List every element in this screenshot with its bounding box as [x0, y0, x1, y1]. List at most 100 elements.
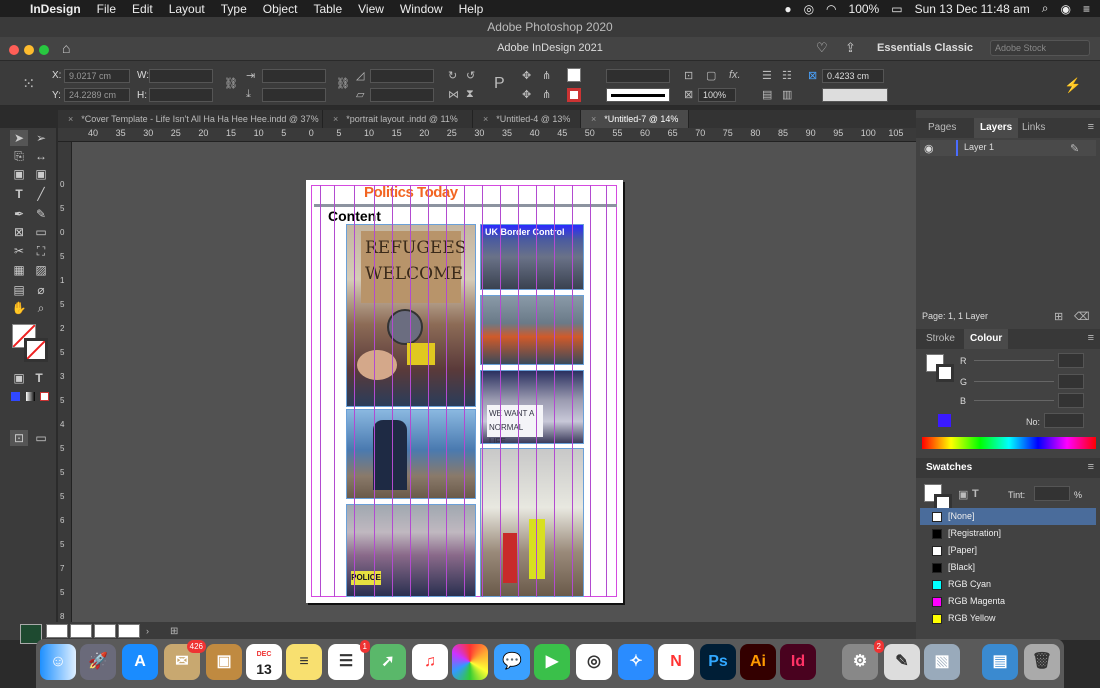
wrap-icon[interactable]: ▤ [762, 88, 772, 101]
recent-swatch-none[interactable] [118, 624, 140, 638]
visibility-eye-icon[interactable]: ◉ [924, 142, 934, 155]
corner-size-field[interactable]: 0.4233 cm [822, 69, 884, 83]
close-tab-icon[interactable]: × [68, 114, 73, 124]
swatches-text-icon[interactable]: T [972, 488, 979, 500]
stroke-type-dropdown[interactable] [606, 88, 670, 102]
opacity-field[interactable]: 100% [698, 88, 736, 102]
downloads-folder-icon[interactable]: ▤ [982, 644, 1018, 680]
lightbulb-icon[interactable]: ♡ [816, 40, 828, 56]
tab-pages[interactable]: Pages [928, 118, 956, 138]
no-field[interactable] [1044, 413, 1084, 428]
b-field[interactable] [1058, 393, 1084, 408]
note-tool-icon[interactable]: ▤ [10, 282, 28, 298]
select-content-icon[interactable]: ✥ [522, 88, 531, 101]
menu-type[interactable]: Type [221, 2, 247, 16]
swatch-row[interactable]: [Black] [920, 559, 1096, 576]
photos-icon[interactable] [452, 644, 488, 680]
photo-boat-crossing[interactable] [480, 295, 584, 365]
panel-menu-icon[interactable]: ≡ [1088, 121, 1094, 133]
photo-uk-border-control[interactable]: UK Border Control [480, 224, 584, 290]
stroke-swatch[interactable] [567, 88, 581, 102]
layer-row[interactable]: ◉ Layer 1 ✎ [920, 140, 1096, 156]
scissors-tool-icon[interactable]: ✂ [10, 243, 28, 259]
constrain-proportions-icon[interactable]: ⛓ [224, 77, 238, 90]
tab-stroke[interactable]: Stroke [926, 329, 955, 349]
select-next-icon[interactable]: ⋔ [542, 88, 551, 101]
close-tab-icon[interactable]: × [591, 114, 596, 124]
select-previous-icon[interactable]: ⋔ [542, 69, 551, 82]
page-tool-icon[interactable]: ⎘ [10, 148, 28, 164]
app-menu[interactable]: InDesign [30, 2, 81, 16]
swatch-row[interactable]: [None] [920, 508, 1096, 525]
battery-icon[interactable]: ▭ [891, 2, 902, 16]
chrome-icon[interactable]: ◎ [576, 644, 612, 680]
w-field[interactable] [149, 69, 213, 83]
menu-window[interactable]: Window [400, 2, 443, 16]
finder-icon[interactable]: ☺ [40, 644, 76, 680]
recent-swatch-none[interactable] [70, 624, 92, 638]
app-store-icon[interactable]: A [122, 644, 158, 680]
colour-spectrum[interactable] [922, 437, 1096, 449]
direct-selection-tool-icon[interactable]: ➢ [32, 130, 50, 146]
music-icon[interactable]: ♫ [412, 644, 448, 680]
horizontal-ruler[interactable]: 40 35 30 25 20 15 10 5 0 5 10 15 20 25 30 35 40 45 50 55 60 6… [58, 128, 916, 142]
news-icon[interactable]: N [658, 644, 694, 680]
align-left-icon[interactable]: ☰ [762, 69, 772, 82]
line-tool-icon[interactable]: ╱ [32, 186, 50, 202]
creative-cloud-icon[interactable]: ● [784, 2, 791, 16]
fitting-icon[interactable]: ⊡ [684, 69, 693, 82]
siri-icon[interactable]: ◉ [1061, 2, 1071, 16]
workspace-switcher[interactable]: Essentials Classic [877, 42, 973, 54]
swatches-container-icon[interactable]: ▣ [958, 488, 968, 501]
mail-icon[interactable]: ✉ 426 [164, 640, 206, 680]
recent-swatch-none[interactable] [46, 624, 68, 638]
x-field[interactable]: 9.0217 cm [64, 69, 130, 83]
rotate-cw-icon[interactable]: ↻ [448, 69, 457, 82]
trash-icon[interactable]: 🗑 [1024, 644, 1060, 680]
effects-icon[interactable]: fx. [729, 69, 741, 81]
b-slider[interactable] [974, 400, 1054, 401]
reminders-icon[interactable]: ☰ 1 [328, 640, 370, 680]
pencil-icon[interactable]: ✎ [1070, 142, 1079, 155]
zoom-tool-icon[interactable]: ⌕ [32, 300, 50, 316]
rotation-field[interactable] [370, 69, 434, 83]
expand-arrow-icon[interactable]: › [146, 626, 149, 636]
rotate-ccw-icon[interactable]: ↺ [466, 69, 475, 82]
contacts-icon[interactable]: ▣ [206, 644, 242, 680]
sync-icon[interactable]: ◎ [804, 2, 814, 16]
select-container-icon[interactable]: ✥ [522, 69, 531, 82]
swatch-row[interactable]: RGB Yellow [920, 610, 1096, 627]
corner-shape-dropdown[interactable] [822, 88, 888, 102]
hand-tool-icon[interactable]: ✋ [10, 300, 28, 316]
eyedropper-tool-icon[interactable]: ⌀ [32, 282, 50, 298]
pencil-tool-icon[interactable]: ✎ [32, 206, 50, 222]
share-icon[interactable]: ⇪ [845, 40, 856, 56]
tab-links[interactable]: Links [1022, 118, 1045, 138]
messages-icon[interactable]: 💬 [494, 644, 530, 680]
notification-center-icon[interactable]: ≡ [1083, 2, 1090, 16]
tab-layers[interactable]: Layers [974, 118, 1019, 138]
photo-refugees-welcome[interactable]: REFUGEES WELCOME [346, 224, 476, 407]
gradient-swatch-tool-icon[interactable]: ▦ [10, 262, 28, 278]
tab-portrait-layout[interactable]: × *portrait layout .indd @ 11% [323, 110, 473, 128]
type-tool-icon[interactable]: T [10, 186, 28, 202]
r-field[interactable] [1058, 353, 1084, 368]
formatting-container-icon[interactable]: ▣ [10, 370, 28, 386]
colour-stroke-swatch[interactable] [936, 364, 954, 382]
adobe-stock-search[interactable]: Adobe Stock [990, 40, 1090, 56]
swatch-row[interactable]: [Paper] [920, 542, 1096, 559]
tab-colour[interactable]: Colour [964, 329, 1009, 349]
illustrator-icon[interactable]: Ai [740, 644, 776, 680]
tab-cover-template[interactable]: × *Cover Template - Life Isn't All Ha Ha … [58, 110, 323, 128]
notes-icon[interactable]: ≡ [286, 644, 322, 680]
spotlight-icon[interactable]: ⌕ [1042, 1, 1049, 16]
photoshop-icon[interactable]: Ps [700, 644, 736, 680]
formatting-text-icon[interactable]: T [30, 370, 48, 386]
menu-layout[interactable]: Layout [169, 2, 205, 16]
grid-icon[interactable]: ⊞ [170, 626, 178, 637]
lightning-icon[interactable]: ⚡ [1064, 77, 1081, 94]
frame-fitting-icon[interactable]: ▢ [706, 69, 716, 82]
battery-label[interactable]: 100% [849, 2, 880, 16]
close-tab-icon[interactable]: × [483, 114, 488, 124]
content-placer-icon[interactable]: ▣ [32, 166, 50, 182]
